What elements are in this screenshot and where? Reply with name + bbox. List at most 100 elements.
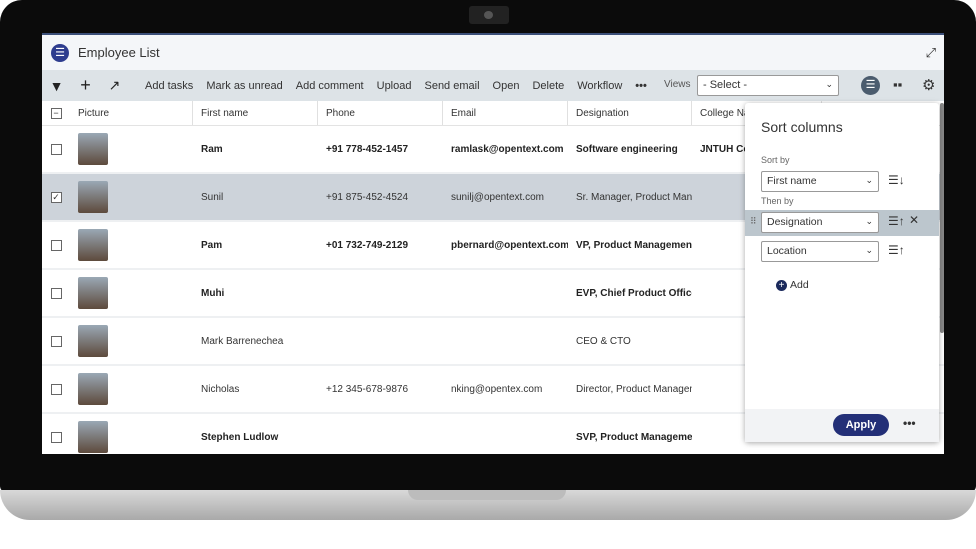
cell-first: Nicholas [201,383,240,395]
cell-designation: CEO & CTO [576,335,631,347]
row-checkbox[interactable]: ✓ [50,191,62,203]
scrollbar[interactable] [940,103,944,333]
panel-footer: Apply ••• [745,409,939,442]
cell-phone: +91 778-452-1457 [326,143,409,155]
cell-email [443,270,568,316]
add-icon[interactable]: + [71,75,100,96]
cell-designation: EVP, Chief Product Officer [576,287,692,299]
grid-view-icon[interactable]: ▪▪ [893,77,902,92]
toolbar-delete[interactable]: Delete [532,80,564,92]
row-checkbox[interactable] [50,287,62,299]
cell-designation: Sr. Manager, Product Manag... [576,191,692,203]
sort-descending-icon[interactable]: ☰↓ [888,173,905,187]
add-sort-button[interactable]: + Add [776,279,809,291]
cell-phone [318,270,443,316]
sort-by-label: Sort by [761,155,790,165]
laptop-notch [408,490,566,500]
toolbar-send-email[interactable]: Send email [424,80,479,92]
drag-handle-icon[interactable]: ⠿ [750,216,757,227]
cell-first: Muhi [201,287,225,299]
avatar [78,229,108,261]
cell-email [443,414,568,454]
toolbar-upload[interactable]: Upload [377,80,412,92]
sort-by-value: First name [767,175,817,187]
title-bar: ☰ Employee List ⤢ [42,33,944,70]
share-icon[interactable]: ↗ [100,77,129,94]
column-header[interactable]: First name [193,101,318,125]
views-label: Views [664,79,691,90]
list-view-icon[interactable]: ☰ [861,76,880,95]
row-checkbox[interactable] [50,239,62,251]
more-actions-button[interactable]: ••• [635,80,647,92]
then-by-value: Location [767,245,807,257]
cell-phone: +01 732-749-2129 [326,239,409,251]
close-icon[interactable]: ✕ [909,213,919,227]
avatar [78,421,108,453]
cell-email: sunilj@opentext.com [451,191,544,203]
row-checkbox[interactable] [50,431,62,443]
row-checkbox[interactable] [50,383,62,395]
then-by-select[interactable]: Designation ⌄ [761,212,879,233]
webcam [469,6,509,24]
avatar [78,133,108,165]
sort-ascending-icon[interactable]: ☰↑ [888,243,905,257]
cell-phone: +91 875-452-4524 [326,191,409,203]
column-header[interactable]: Designation [568,101,692,125]
apply-button[interactable]: Apply [833,414,889,436]
then-by-label: Then by [761,196,794,206]
views-select[interactable]: - Select - ⌄ [697,75,839,96]
sort-row: First name ⌄ ☰↓ [745,169,939,195]
column-header[interactable]: Picture [70,101,193,125]
cell-first: Pam [201,239,223,251]
then-by-value: Designation [767,216,823,228]
then-by-select[interactable]: Location ⌄ [761,241,879,262]
avatar [78,325,108,357]
toolbar-add-comment[interactable]: Add comment [296,80,364,92]
cell-email: nking@opentex.com [451,383,543,395]
cell-email: pbernard@opentext.com [451,239,568,251]
avatar [78,181,108,213]
then-by-row: Location ⌄ ☰↑ [745,239,939,265]
expand-icon[interactable]: ⤢ [926,45,936,61]
panel-title: Sort columns [761,119,843,135]
row-checkbox[interactable] [50,335,62,347]
chevron-down-icon: ⌄ [865,245,873,255]
cell-phone: +12 345-678-9876 [326,383,409,395]
column-header[interactable]: Phone [318,101,443,125]
cell-phone [318,318,443,364]
cell-email [443,318,568,364]
cell-designation: Software engineering [576,143,678,155]
cell-first: Ram [201,143,223,155]
filter-icon[interactable]: ▼ [42,78,71,94]
cell-designation: SVP, Product Management [576,431,692,443]
avatar [78,277,108,309]
sort-by-select[interactable]: First name ⌄ [761,171,879,192]
chevron-down-icon: ⌄ [825,79,833,89]
more-options-button[interactable]: ••• [903,416,916,430]
cell-first: Mark Barrenechea [201,335,284,347]
toolbar: ▼ + ↗ Add tasks Mark as unread Add comment… [42,70,944,101]
cell-designation: VP, Product Management [576,239,692,251]
cell-phone [318,414,443,454]
toolbar-open[interactable]: Open [493,80,520,92]
toolbar-add-tasks[interactable]: Add tasks [145,80,193,92]
column-header[interactable]: Email [443,101,568,125]
cell-designation: Director, Product Managem... [576,383,692,395]
row-checkbox[interactable] [50,143,62,155]
toolbar-workflow[interactable]: Workflow [577,80,622,92]
cell-first: Stephen Ludlow [201,431,279,443]
cell-first: Sunil [201,191,224,203]
chevron-down-icon: ⌄ [865,216,873,226]
views-value: - Select - [703,79,748,91]
cell-email: ramlask@opentext.com [451,143,564,155]
select-all-checkbox[interactable]: − [50,107,62,119]
list-icon: ☰ [51,43,69,62]
sort-ascending-icon[interactable]: ☰↑ [888,214,905,228]
toolbar-mark-as-unread[interactable]: Mark as unread [206,80,282,92]
gear-icon[interactable]: ⚙ [922,76,935,94]
plus-circle-icon: + [776,279,787,291]
avatar [78,373,108,405]
add-label: Add [790,279,809,291]
sort-columns-panel: Sort columns Sort by First name ⌄ ☰↓ Then… [745,103,939,442]
page-title: Employee List [78,45,160,60]
